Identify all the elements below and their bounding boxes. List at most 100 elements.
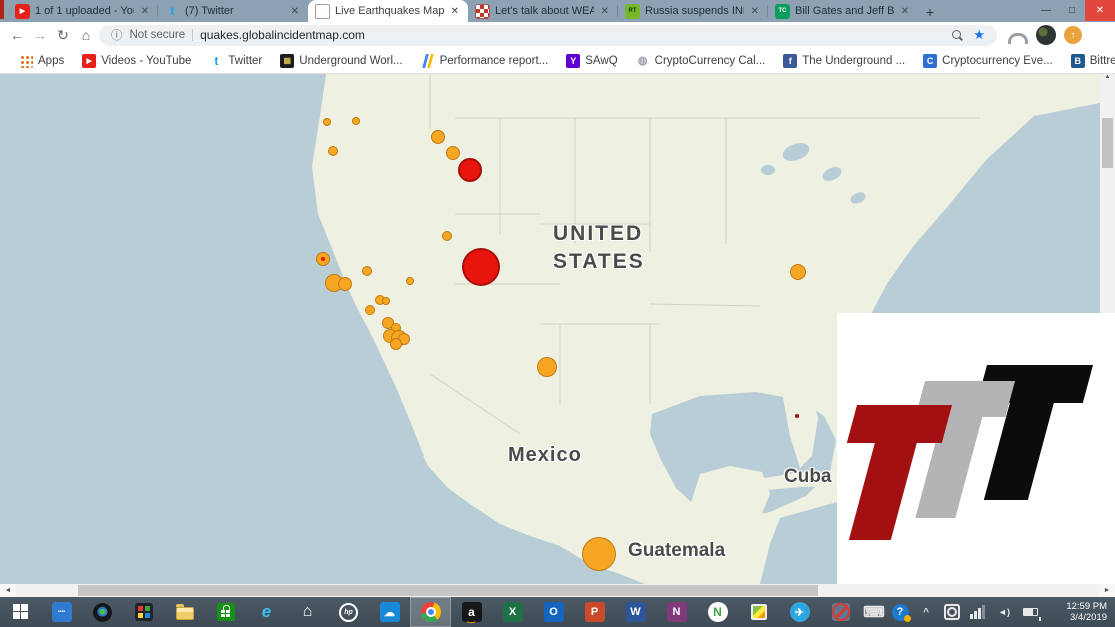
forward-icon[interactable]: →	[30, 25, 50, 45]
close-button[interactable]: ✕	[1085, 0, 1115, 21]
bookmark-cryptocurrency-calendar[interactable]: ◍CryptoCurrency Cal...	[627, 54, 775, 68]
earthquake-marker-orange[interactable]	[362, 266, 372, 276]
tab-live-earthquakes-map[interactable]: Live Earthquakes Map✕	[308, 0, 468, 22]
taskbar-start-icon[interactable]	[0, 597, 41, 627]
back-icon[interactable]: ←	[7, 25, 27, 45]
taskbar-telegram-icon[interactable]: ✈	[779, 597, 820, 627]
taskbar-clock[interactable]: 12:59 PM 3/4/2019	[1043, 601, 1115, 623]
bookmark-the-underground[interactable]: fThe Underground ...	[774, 54, 914, 68]
earthquake-marker-orange[interactable]	[382, 297, 390, 305]
onenote-glyph: N	[667, 602, 687, 622]
bookmark-star-icon[interactable]: ★	[973, 27, 985, 43]
taskbar-file-explorer-icon[interactable]	[164, 597, 205, 627]
taskbar-home-app-icon[interactable]: ⌂	[287, 597, 328, 627]
volume-glyph: ◄)	[994, 602, 1014, 622]
taskbar-onenote-icon[interactable]: N	[656, 597, 697, 627]
earthquake-marker-orange[interactable]	[406, 277, 414, 285]
bookmark-apps[interactable]: Apps	[10, 54, 73, 68]
tab-close-icon[interactable]: ✕	[289, 6, 301, 17]
logo-overlay	[837, 313, 1115, 584]
url-text[interactable]: quakes.globalincidentmap.com	[200, 28, 365, 42]
earthquake-marker-orange[interactable]	[582, 537, 616, 571]
tray-capture-app-icon[interactable]	[939, 597, 965, 627]
checkered-favicon	[475, 4, 490, 19]
taskbar-blocked-app-icon[interactable]	[820, 597, 861, 627]
taskbar-onedrive-icon[interactable]: ☁	[369, 597, 410, 627]
vertical-scroll-thumb[interactable]	[1102, 118, 1113, 168]
taskbar-internet-explorer-icon[interactable]: e	[246, 597, 287, 627]
earthquake-marker-orange[interactable]	[446, 146, 460, 160]
taskbar-excel-icon[interactable]: X	[492, 597, 533, 627]
zoom-icon[interactable]	[952, 30, 963, 41]
earthquake-marker-orange[interactable]	[537, 357, 557, 377]
bookmark-label: Cryptocurrency Eve...	[942, 55, 1053, 67]
new-tab-button[interactable]: +	[918, 2, 942, 22]
taskbar-blue-dots-app-icon[interactable]: ••••	[41, 597, 82, 627]
earthquake-marker-orange[interactable]	[431, 130, 445, 144]
taskbar-camera-app-icon[interactable]	[82, 597, 123, 627]
earthquake-marker-orange[interactable]	[442, 231, 452, 241]
bookmark-label: Apps	[38, 55, 64, 67]
earthquake-marker-red[interactable]	[462, 248, 500, 286]
vertical-scrollbar[interactable]: ▲	[1100, 74, 1115, 313]
extension-arc-icon[interactable]	[1008, 33, 1028, 44]
taskbar-n-app-icon[interactable]: N	[697, 597, 738, 627]
profile-avatar[interactable]	[1036, 25, 1056, 45]
maximize-button[interactable]: □	[1059, 0, 1085, 21]
tray-help-icon[interactable]: ?	[887, 597, 913, 627]
tab-youtube-upload[interactable]: ▶1 of 1 uploaded - YouTube✕	[8, 0, 158, 22]
site-info-icon[interactable]: ⓘ	[111, 27, 123, 43]
tab-close-icon[interactable]: ✕	[749, 6, 761, 17]
earthquake-marker-orange[interactable]	[365, 305, 375, 315]
tab-close-icon[interactable]: ✕	[449, 6, 461, 17]
tray-volume-icon[interactable]: ◄)	[991, 597, 1017, 627]
scroll-left-icon[interactable]: ◄	[0, 584, 16, 597]
bookmark-cryptocurrency-events[interactable]: CCryptocurrency Eve...	[914, 54, 1062, 68]
touch-keyboard-glyph: ⌨	[864, 602, 884, 622]
taskbar-microsoft-store-icon[interactable]	[205, 597, 246, 627]
earthquake-marker-orange[interactable]	[390, 338, 402, 350]
bookmark-videos-youtube[interactable]: ▶Videos - YouTube	[73, 54, 200, 68]
tab-twitter[interactable]: t(7) Twitter✕	[158, 0, 308, 22]
bookmark-underground-world[interactable]: ▦Underground Worl...	[271, 54, 411, 68]
scroll-up-icon[interactable]: ▲	[1105, 74, 1111, 80]
earthquake-marker-orange[interactable]	[790, 264, 806, 280]
earthquake-marker-orange[interactable]	[328, 146, 338, 156]
taskbar-hp-icon[interactable]: hp	[328, 597, 369, 627]
tab-bill-gates-bezos[interactable]: TCBill Gates and Jeff Bezos-back✕	[768, 0, 918, 22]
extension-up-arrow-icon[interactable]: ↑	[1064, 26, 1082, 44]
tray-touch-keyboard-icon[interactable]: ⌨	[861, 597, 887, 627]
tab-russia-inf-treaty[interactable]: RTRussia suspends INF Treaty w✕	[618, 0, 768, 22]
taskbar-amazon-icon[interactable]: a	[451, 597, 492, 627]
scroll-right-icon[interactable]: ►	[1099, 584, 1115, 597]
taskbar-outlook-icon[interactable]: O	[533, 597, 574, 627]
tab-close-icon[interactable]: ✕	[599, 6, 611, 17]
taskbar-word-icon[interactable]: W	[615, 597, 656, 627]
tray-network-icon[interactable]	[965, 597, 991, 627]
bookmark-sawq[interactable]: YSAwQ	[557, 54, 626, 68]
tab-close-icon[interactable]: ✕	[899, 6, 911, 17]
earthquake-marker-red[interactable]	[795, 414, 799, 418]
taskbar-powerpoint-icon[interactable]: P	[574, 597, 615, 627]
taskbar-chrome-icon[interactable]	[410, 597, 451, 627]
taskbar-puzzle-app-icon[interactable]	[123, 597, 164, 627]
horizontal-scrollbar[interactable]: ◄ ►	[0, 584, 1115, 597]
earthquake-marker-red[interactable]	[458, 158, 482, 182]
tray-hidden-icons-icon[interactable]: ^	[913, 597, 939, 627]
tray-battery-icon[interactable]	[1017, 597, 1043, 627]
tab-close-icon[interactable]: ✕	[139, 6, 151, 17]
earthquake-marker-orange[interactable]	[352, 117, 360, 125]
reload-icon[interactable]: ↻	[53, 25, 73, 45]
minimize-button[interactable]: —	[1033, 0, 1059, 21]
bookmark-twitter[interactable]: tTwitter	[200, 54, 271, 68]
address-bar[interactable]: ⓘ Not secure quakes.globalincidentmap.co…	[99, 25, 997, 46]
earthquake-marker-orange[interactable]	[338, 277, 352, 291]
bookmark-performance-report[interactable]: Performance report...	[412, 54, 558, 68]
tab-weather-video[interactable]: Let's talk about WEATHER CH✕	[468, 0, 618, 22]
taskbar-photo-app-icon[interactable]	[738, 597, 779, 627]
bookmark-bittrex[interactable]: BBittrex.com - The N...	[1062, 54, 1115, 68]
earthquake-marker-orange[interactable]	[316, 252, 330, 266]
earthquake-marker-orange[interactable]	[323, 118, 331, 126]
horizontal-scroll-thumb[interactable]	[78, 585, 818, 596]
home-icon[interactable]: ⌂	[76, 25, 96, 45]
